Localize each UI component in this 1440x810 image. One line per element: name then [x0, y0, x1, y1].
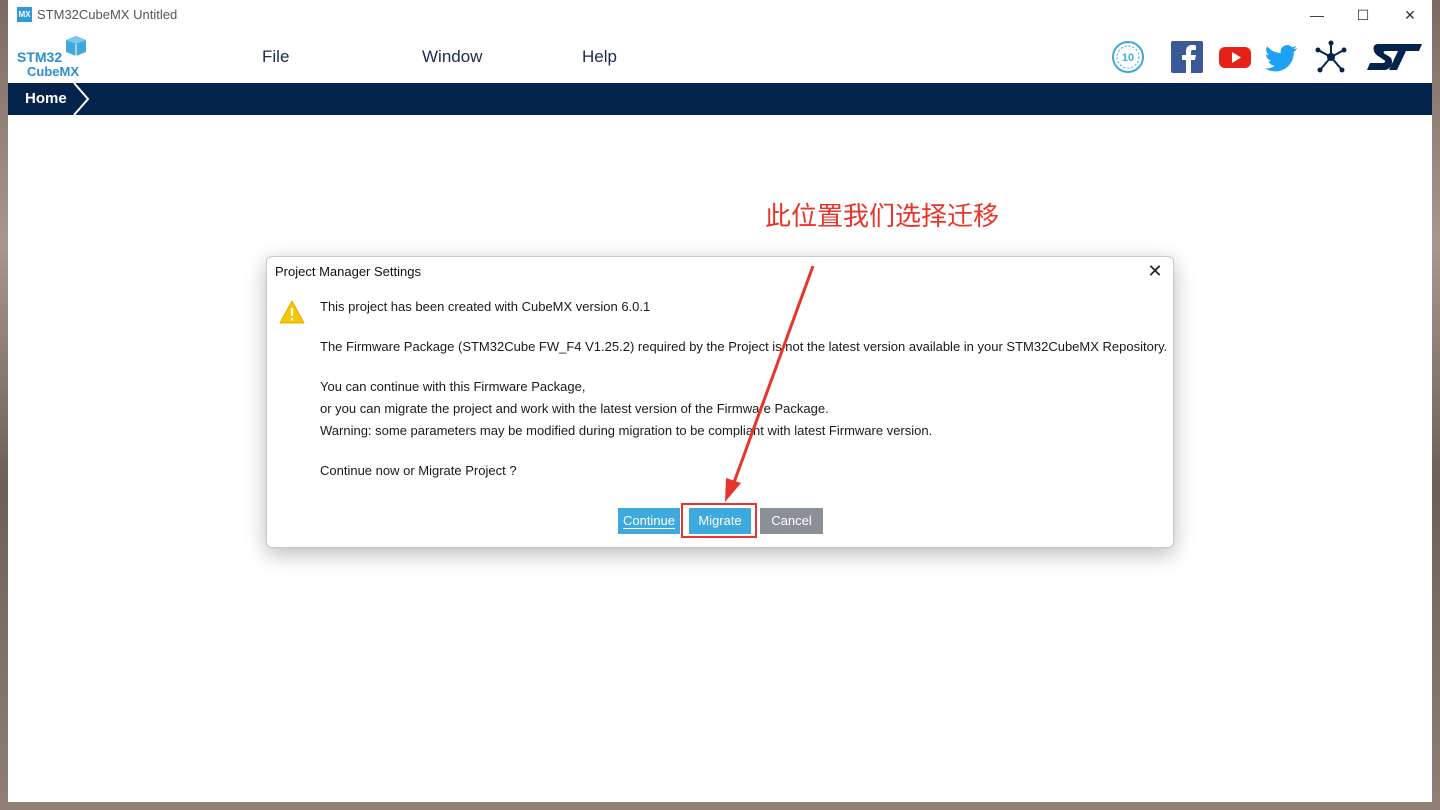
- logo-text-cubemx: CubeMX: [27, 64, 79, 79]
- dialog-title: Project Manager Settings: [275, 264, 421, 279]
- continue-button[interactable]: Continue: [618, 508, 680, 534]
- stm32cubemx-logo: STM32 CubeMX: [16, 36, 91, 80]
- app-icon: MX: [17, 7, 32, 22]
- cancel-button[interactable]: Cancel: [760, 508, 823, 534]
- youtube-icon[interactable]: [1218, 40, 1252, 74]
- twitter-icon[interactable]: [1265, 40, 1299, 74]
- breadcrumb-chevron-icon: [73, 83, 90, 115]
- menu-window[interactable]: Window: [422, 47, 482, 67]
- menu-file[interactable]: File: [262, 47, 289, 67]
- network-icon[interactable]: [1314, 40, 1348, 74]
- dialog-message-firmware: The Firmware Package (STM32Cube FW_F4 V1…: [320, 339, 1168, 354]
- breadcrumb-bar: Home: [8, 83, 1432, 115]
- dialog-message-continue: You can continue with this Firmware Pack…: [320, 379, 586, 394]
- dialog-message-migrate: or you can migrate the project and work …: [320, 401, 829, 416]
- minimize-button[interactable]: —: [1304, 4, 1330, 26]
- dialog-message-warning: Warning: some parameters may be modified…: [320, 423, 933, 438]
- menu-help[interactable]: Help: [582, 47, 617, 67]
- dialog-message-question: Continue now or Migrate Project ?: [320, 463, 517, 478]
- close-window-button[interactable]: ✕: [1397, 4, 1423, 26]
- project-manager-settings-dialog: Project Manager Settings ✕ This project …: [266, 256, 1174, 548]
- migrate-highlight-box: [681, 503, 757, 538]
- anniversary-10-icon[interactable]: 10: [1111, 40, 1145, 74]
- svg-text:10: 10: [1122, 52, 1134, 64]
- logo-text-stm32: STM32: [17, 49, 63, 65]
- facebook-icon[interactable]: [1170, 40, 1204, 74]
- menu-bar: STM32 CubeMX File Window Help 10: [8, 30, 1432, 83]
- dialog-message-version: This project has been created with CubeM…: [320, 299, 651, 314]
- warning-icon: [279, 300, 305, 324]
- maximize-button[interactable]: ☐: [1350, 4, 1376, 26]
- title-bar: MX STM32CubeMX Untitled — ☐ ✕: [8, 0, 1432, 30]
- app-window: MX STM32CubeMX Untitled — ☐ ✕ STM32 Cube…: [8, 0, 1432, 802]
- breadcrumb-home[interactable]: Home: [25, 90, 67, 107]
- window-title: STM32CubeMX Untitled: [37, 7, 178, 22]
- dialog-close-icon[interactable]: ✕: [1145, 261, 1165, 281]
- continue-button-label: Continue: [622, 513, 676, 529]
- st-logo-icon[interactable]: [1364, 40, 1426, 74]
- annotation-text: 此位置我们选择迁移: [765, 202, 1000, 232]
